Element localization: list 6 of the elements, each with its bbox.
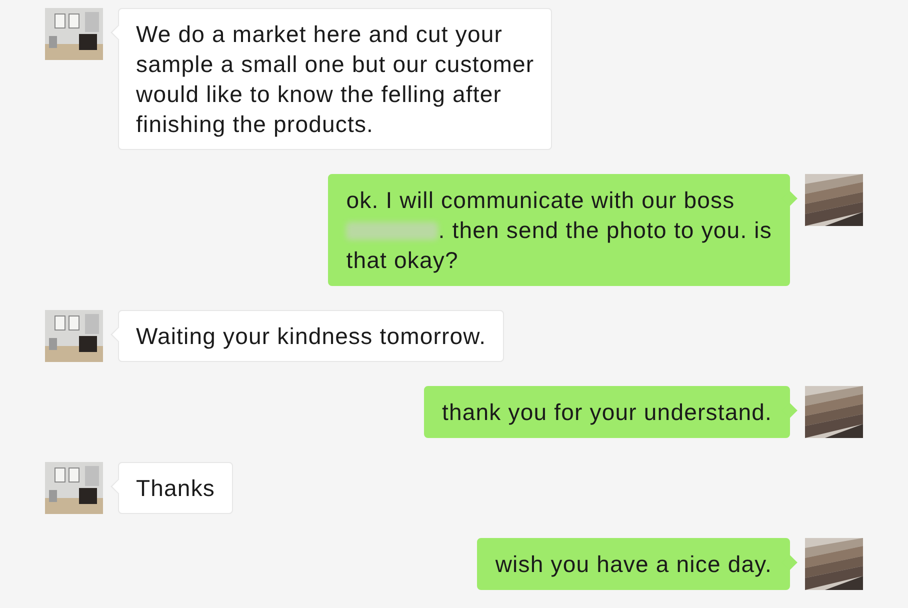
message-text: thank you for your understand. — [442, 398, 772, 427]
message-text: Thanks — [136, 474, 216, 503]
message-text: We do a market here and cut your sample a small one but our customer would like to know the felling after finishing the products. — [136, 20, 534, 139]
message-text: Waiting your kindness tomorrow. — [136, 322, 486, 351]
message-text: ok. I will communicate with our boss . then send the photo to you. is that okay? — [346, 186, 772, 275]
message-text: wish you have a nice day. — [495, 550, 772, 579]
